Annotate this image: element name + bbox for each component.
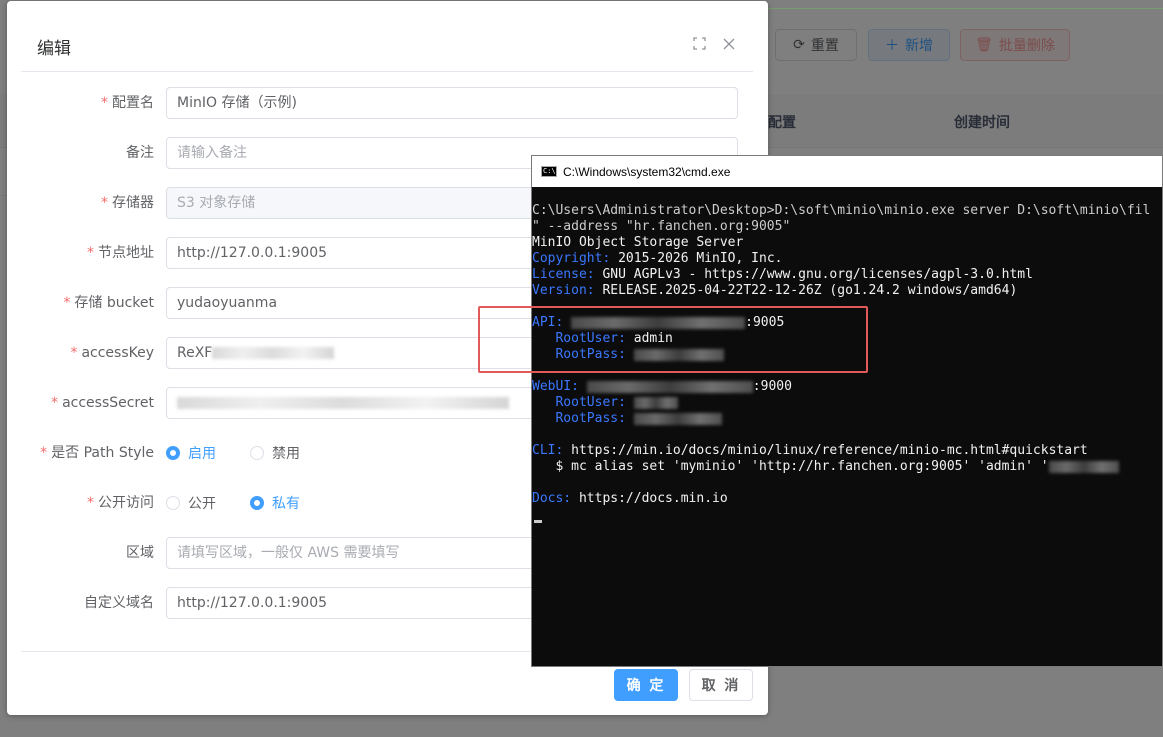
redacted-blur: [1048, 460, 1119, 473]
required-mark: *: [101, 195, 108, 211]
form-row-config-name: * 配置名 MinIO 存储（示例): [7, 87, 768, 119]
cmd-line: RootPass:: [532, 411, 722, 427]
bucket-label: * 存储 bucket: [63, 295, 154, 311]
cmd-line: Docs: https://docs.min.io: [532, 491, 728, 506]
required-mark: *: [87, 245, 94, 261]
radio-dot: [166, 446, 180, 460]
cmd-line: License: GNU AGPLv3 - https://www.gnu.or…: [532, 267, 1033, 282]
private-radio[interactable]: 私有: [250, 493, 300, 513]
radio-dot: [250, 446, 264, 460]
region-label: 区域: [126, 545, 154, 561]
config-name-label: * 配置名: [101, 95, 154, 111]
path-style-disable-radio[interactable]: 禁用: [250, 443, 300, 463]
access-key-label: * accessKey: [70, 345, 154, 361]
cmd-line: $ mc alias set 'myminio' 'http://hr.fanc…: [532, 459, 1119, 475]
dialog-title: 编辑: [37, 39, 71, 59]
path-style-label: * 是否 Path Style: [40, 445, 154, 461]
required-mark: *: [70, 345, 78, 361]
cmd-title: C:\Windows\system32\cmd.exe: [563, 164, 731, 179]
fullscreen-icon[interactable]: [692, 36, 707, 51]
required-mark: *: [87, 495, 94, 511]
cmd-line: " --address "hr.fanchen.org:9005": [532, 219, 791, 234]
dialog-header-divider: [21, 71, 753, 72]
terminal-icon: C:\: [541, 166, 557, 177]
redacted-blur: [633, 412, 722, 425]
page-top-accent: [768, 8, 1163, 9]
config-name-input[interactable]: MinIO 存储（示例): [166, 87, 738, 119]
access-key-value: ReXF: [177, 345, 213, 361]
redacted-blur: [177, 397, 509, 409]
radio-dot: [250, 496, 264, 510]
path-style-enable-radio[interactable]: 启用: [166, 443, 216, 463]
redacted-blur: [586, 380, 753, 393]
text-cursor: [534, 520, 542, 523]
cmd-line: CLI: https://min.io/docs/minio/linux/ref…: [532, 443, 1088, 458]
cmd-line: WebUI: :9000: [532, 379, 792, 394]
confirm-button[interactable]: 确 定: [614, 669, 678, 701]
cmd-line: C:\Users\Administrator\Desktop>D:\soft\m…: [532, 203, 1151, 218]
public-radio[interactable]: 公开: [166, 493, 216, 513]
redacted-blur: [212, 347, 335, 359]
custom-domain-label: 自定义域名: [84, 595, 154, 611]
cmd-output: C:\Users\Administrator\Desktop>D:\soft\m…: [532, 203, 1162, 663]
public-access-label: * 公开访问: [87, 495, 154, 511]
cmd-line: Copyright: 2015-2026 MinIO, Inc.: [532, 251, 783, 266]
close-icon[interactable]: [721, 36, 736, 51]
remark-label: 备注: [126, 145, 154, 161]
highlight-annotation-box: [478, 306, 868, 373]
cmd-window[interactable]: C:\ C:\Windows\system32\cmd.exe C:\Users…: [531, 155, 1163, 667]
endpoint-label: * 节点地址: [87, 245, 154, 261]
required-mark: *: [51, 395, 59, 411]
cmd-line: MinIO Object Storage Server: [532, 235, 744, 250]
required-mark: *: [101, 95, 108, 111]
cancel-button[interactable]: 取 消: [689, 669, 753, 701]
access-secret-label: * accessSecret: [51, 395, 154, 411]
path-style-radio-group: 启用 禁用: [166, 437, 300, 469]
cmd-titlebar[interactable]: C:\ C:\Windows\system32\cmd.exe: [532, 156, 1162, 187]
cmd-line: Version: RELEASE.2025-04-22T22-12-26Z (g…: [532, 283, 1018, 298]
public-access-radio-group: 公开 私有: [166, 487, 300, 519]
required-mark: *: [63, 295, 71, 311]
radio-dot: [166, 496, 180, 510]
redacted-blur: [633, 396, 678, 409]
required-mark: *: [40, 445, 48, 461]
cmd-line: RootUser:: [532, 395, 678, 411]
storage-label: * 存储器: [101, 195, 154, 211]
